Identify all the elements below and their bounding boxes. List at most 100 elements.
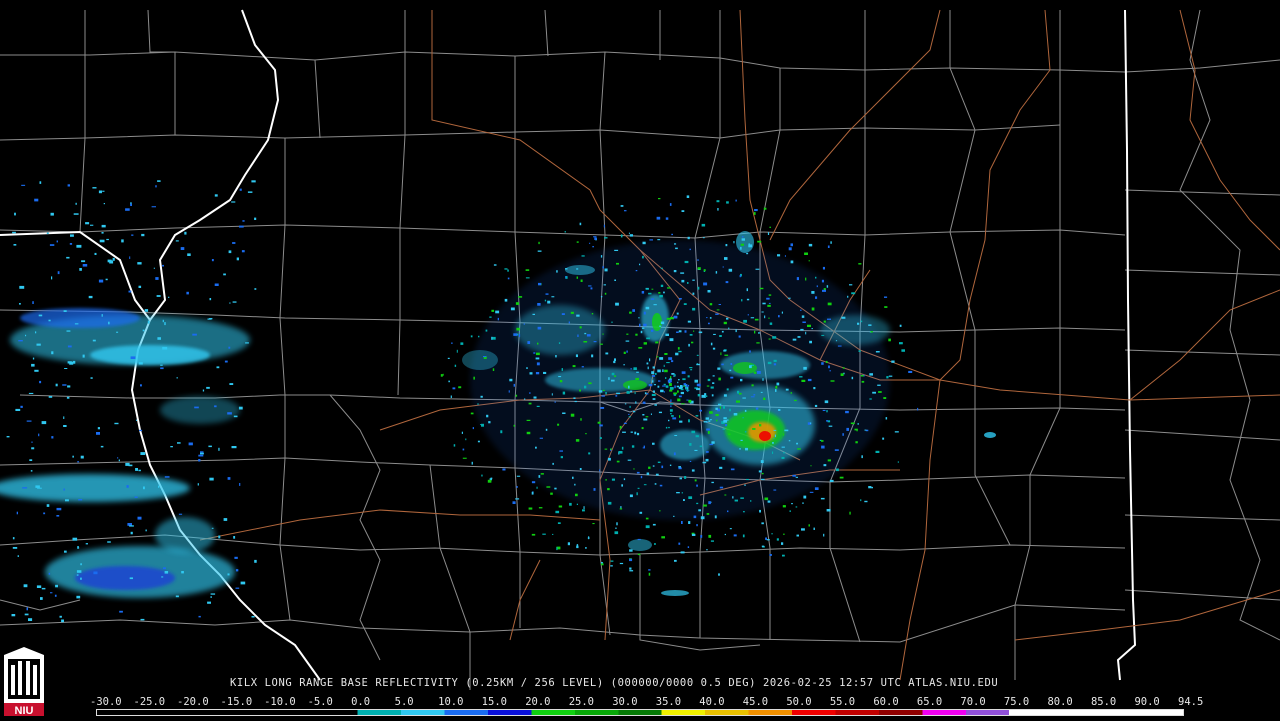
echo-speckle	[660, 284, 664, 287]
echo-speckle	[227, 477, 231, 480]
echo-speckle	[627, 459, 632, 461]
echo-speckle	[51, 351, 54, 355]
echo-speckle	[48, 396, 53, 398]
echo-speckle	[164, 322, 166, 326]
echo-speckle	[635, 270, 638, 272]
echo-speckle	[676, 312, 679, 315]
echo-speckle	[716, 200, 720, 203]
echo-speckle	[581, 255, 585, 257]
echo-speckle	[477, 403, 479, 405]
echo-speckle	[227, 573, 230, 576]
echo-speckle	[600, 296, 603, 298]
echo-speckle	[130, 203, 132, 206]
echo-speckle	[143, 486, 145, 490]
echo-speckle	[715, 313, 719, 315]
echo-speckle	[555, 355, 557, 358]
echo-speckle	[692, 307, 696, 311]
echo-speckle	[239, 225, 244, 228]
echo-speckle	[502, 468, 506, 471]
echo-speckle	[254, 559, 257, 563]
echo-speckle	[537, 342, 539, 345]
echo-speckle	[797, 336, 801, 338]
echo-speckle	[558, 342, 561, 344]
echo-speckle	[781, 446, 785, 448]
echo-speckle	[820, 497, 825, 500]
echo-speckle	[162, 319, 164, 323]
echo-speckle	[689, 367, 693, 369]
echo-speckle	[229, 383, 234, 385]
echo-speckle	[732, 496, 734, 499]
echo-speckle	[236, 257, 239, 261]
echo-speckle	[643, 445, 645, 448]
echo-speckle	[686, 389, 689, 392]
echo-speckle	[687, 546, 690, 548]
echo-speckle	[712, 382, 715, 384]
echo-speckle	[721, 330, 724, 333]
echo-speckle	[871, 486, 873, 489]
echo-speckle	[531, 533, 536, 536]
echo-speckle	[239, 483, 241, 486]
echo-speckle	[795, 476, 798, 478]
echo-speckle	[518, 296, 523, 298]
echo-speckle	[129, 256, 131, 259]
echo-speckle	[672, 417, 677, 420]
echo-speckle	[607, 501, 612, 505]
echo-speckle	[767, 304, 771, 307]
echo-speckle	[773, 363, 777, 366]
echo-speckle	[82, 354, 85, 358]
echo-speckle	[706, 317, 708, 319]
echo-speckle	[23, 584, 28, 588]
echo-speckle	[101, 314, 103, 317]
echo-speckle	[725, 244, 728, 247]
echo-speckle	[678, 395, 682, 398]
radar-map	[0, 9, 1280, 690]
echo-speckle	[209, 298, 212, 301]
echo-speckle	[233, 536, 236, 539]
echo-speckle	[231, 201, 236, 203]
echo-speckle	[652, 366, 655, 369]
echo-speckle	[531, 481, 536, 484]
echo-speckle	[32, 357, 35, 360]
echo-speckle	[639, 323, 641, 327]
echo-speckle	[35, 485, 40, 488]
echo-speckle	[693, 330, 695, 332]
echo-speckle	[864, 500, 868, 503]
echo-speckle	[678, 330, 682, 333]
echo-speckle	[458, 386, 462, 389]
echo-speckle	[635, 333, 638, 336]
echo-speckle	[567, 542, 570, 546]
echo-speckle	[72, 360, 76, 364]
echo-speckle	[749, 350, 751, 353]
echo-speckle	[670, 376, 672, 379]
echo-speckle	[538, 282, 542, 286]
echo-speckle	[719, 406, 721, 409]
echo-speckle	[623, 351, 626, 354]
echo-speckle	[448, 380, 450, 383]
west-echoes	[0, 308, 250, 598]
echo-speckle	[757, 240, 762, 243]
echo-speckle	[811, 328, 813, 330]
echo-speckle	[751, 384, 754, 387]
echo-speckle	[495, 310, 500, 314]
echo-speckle	[134, 496, 138, 498]
echo-speckle	[232, 301, 237, 303]
echo-speckle	[888, 338, 891, 342]
echo-speckle	[733, 413, 738, 416]
echo-speckle	[107, 541, 111, 543]
echo-speckle	[77, 547, 80, 549]
echo-speckle	[773, 359, 777, 362]
echo-speckle	[629, 234, 633, 237]
echo-speckle	[835, 468, 839, 472]
echo-speckle	[544, 299, 547, 302]
echo-speckle	[676, 331, 679, 333]
echo-speckle	[554, 487, 557, 490]
echo-speckle	[742, 534, 745, 538]
echo-speckle	[131, 234, 134, 236]
echo-speckle	[600, 255, 603, 258]
echo-speckle	[646, 472, 650, 476]
echo-speckle	[160, 367, 164, 370]
echo-speckle	[875, 351, 880, 353]
echo-speckle	[603, 224, 605, 228]
scale-label: -10.0	[264, 696, 296, 708]
echo-speckle	[526, 431, 531, 435]
